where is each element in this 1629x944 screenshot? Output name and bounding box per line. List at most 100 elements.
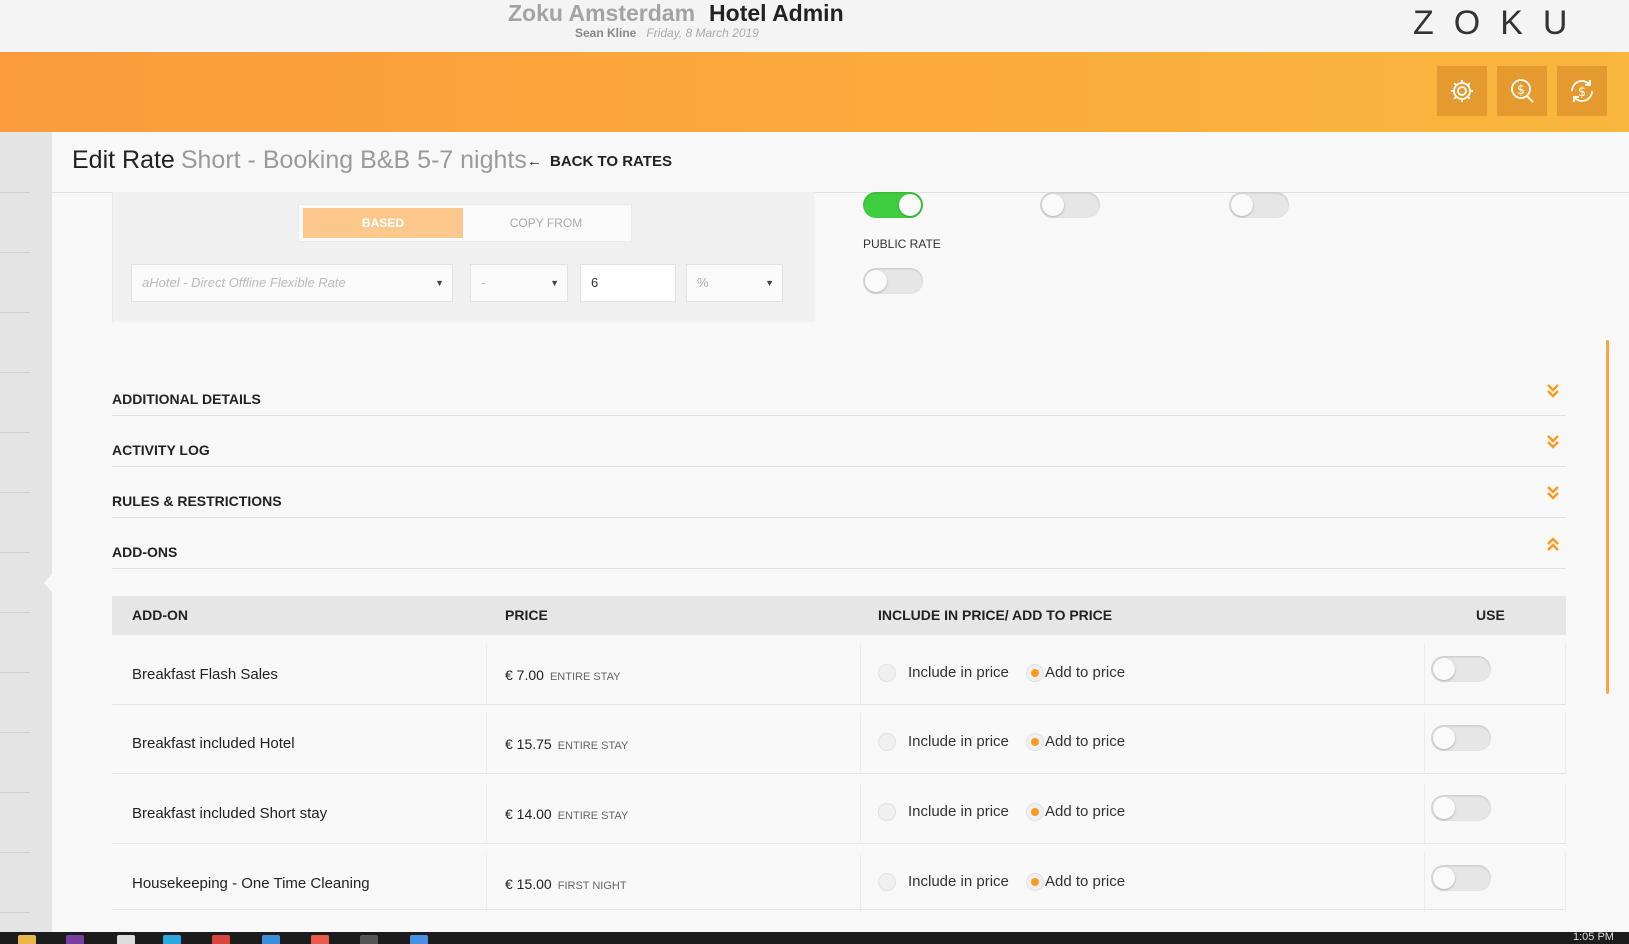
section-add-ons[interactable]: ADD-ONS [112, 518, 1566, 569]
use-toggle[interactable] [1431, 795, 1491, 821]
table-row: Housekeeping - One Time Cleaning € 15.00… [112, 845, 1566, 913]
section-rules-restrictions[interactable]: RULES & RESTRICTIONS [112, 467, 1566, 518]
rate-search-button[interactable]: $ [1497, 66, 1547, 116]
column-header-include-add: INCLUDE IN PRICE/ ADD TO PRICE [878, 607, 1113, 623]
app-icon[interactable] [66, 935, 84, 944]
toggle-2[interactable] [1040, 192, 1100, 218]
chevron-double-down-icon [1547, 486, 1559, 500]
toggle-knob [1433, 658, 1455, 680]
skype-icon[interactable] [163, 935, 181, 944]
price-value: € 14.00 [505, 806, 552, 822]
toggle-knob [865, 270, 887, 292]
toggle-knob [1433, 727, 1455, 749]
file-explorer-icon[interactable] [18, 935, 36, 944]
cell-divider [486, 644, 487, 704]
cell-divider [486, 713, 487, 773]
cell-divider [860, 713, 861, 773]
zoku-logo[interactable]: ZOKU [1413, 4, 1587, 43]
app-icon[interactable] [311, 935, 329, 944]
caret-down-icon: ▼ [765, 278, 774, 288]
add-to-price-radio[interactable] [1026, 664, 1044, 682]
price-unit: ENTIRE STAY [557, 810, 629, 822]
table-row: Breakfast included Short stay € 14.00 ENT… [112, 775, 1566, 844]
cell-divider [860, 853, 861, 913]
cell-divider [860, 644, 861, 704]
sidebar-divider [0, 252, 30, 253]
toggle-3[interactable] [1229, 192, 1289, 218]
column-header-price: PRICE [505, 607, 548, 623]
include-in-price-label: Include in price [908, 803, 1009, 820]
section-title: ADD-ONS [112, 544, 178, 560]
add-to-price-label: Add to price [1045, 664, 1126, 681]
back-to-rates-link[interactable]: ← BACK TO RATES [527, 153, 672, 170]
vertical-scrollbar[interactable] [1606, 340, 1609, 694]
section-activity-log[interactable]: ACTIVITY LOG [112, 416, 1566, 467]
use-toggle[interactable] [1431, 725, 1491, 751]
add-to-price-label: Add to price [1045, 873, 1126, 890]
add-to-price-label: Add to price [1045, 733, 1126, 750]
table-row: Breakfast Flash Sales € 7.00 ENTIRE STAY … [112, 636, 1566, 705]
sidebar-divider [0, 792, 30, 793]
svg-text:$: $ [1578, 85, 1586, 100]
use-toggle[interactable] [1431, 656, 1491, 682]
cell-divider [486, 783, 487, 843]
operator-select[interactable]: - ▼ [470, 264, 568, 302]
svg-text:$: $ [1517, 83, 1525, 98]
sidebar-divider [0, 672, 30, 673]
left-sidebar [0, 132, 52, 932]
section-title: RULES & RESTRICTIONS [112, 493, 282, 509]
include-in-price-radio[interactable] [878, 873, 896, 891]
add-to-price-radio[interactable] [1026, 873, 1044, 891]
amount-input[interactable]: 6 [580, 264, 676, 302]
public-rate-toggle[interactable] [863, 268, 923, 294]
addon-price: € 15.00 FIRST NIGHT [505, 876, 627, 892]
table-row: Breakfast included Hotel € 15.75 ENTIRE S… [112, 705, 1566, 774]
sidebar-pointer [44, 573, 53, 593]
toggle-1[interactable] [863, 192, 923, 218]
tab-copy-from[interactable]: COPY FROM [466, 208, 626, 238]
column-header-use: USE [1476, 607, 1505, 623]
addon-price: € 15.75 ENTIRE STAY [505, 736, 628, 752]
tab-based[interactable]: BASED [303, 208, 463, 238]
base-rate-select[interactable]: aHotel - Direct Offline Flexible Rate ▼ [131, 264, 453, 302]
dollar-refresh-icon: $ [1571, 80, 1593, 102]
addon-price: € 14.00 ENTIRE STAY [505, 806, 628, 822]
rate-refresh-button[interactable]: $ [1557, 66, 1607, 116]
user-name: Sean Kline [575, 26, 637, 40]
caret-down-icon: ▼ [435, 278, 444, 288]
browser-icon[interactable] [410, 935, 428, 944]
app-icon[interactable] [212, 935, 230, 944]
include-in-price-radio[interactable] [878, 733, 896, 751]
price-value: € 7.00 [505, 667, 544, 683]
sidebar-divider [0, 732, 30, 733]
sidebar-divider [0, 312, 30, 313]
price-unit: ENTIRE STAY [549, 671, 621, 683]
add-to-price-radio[interactable] [1026, 733, 1044, 751]
chevron-double-up-icon [1547, 537, 1559, 551]
addon-name: Housekeeping - One Time Cleaning [132, 875, 370, 892]
use-toggle[interactable] [1431, 865, 1491, 891]
cell-divider [1565, 713, 1566, 773]
include-in-price-radio[interactable] [878, 803, 896, 821]
section-title: ACTIVITY LOG [112, 442, 210, 458]
arrow-left-icon: ← [527, 153, 542, 170]
unit-value: % [697, 275, 709, 290]
include-in-price-radio[interactable] [878, 664, 896, 682]
unit-select[interactable]: % ▼ [686, 264, 783, 302]
settings-button[interactable] [1437, 66, 1487, 116]
price-value: € 15.00 [505, 876, 552, 892]
include-in-price-label: Include in price [908, 873, 1009, 890]
add-to-price-radio[interactable] [1026, 803, 1044, 821]
app-icon[interactable] [360, 935, 378, 944]
os-taskbar [0, 932, 1629, 944]
addon-name: Breakfast Flash Sales [132, 666, 278, 683]
cell-divider [1424, 853, 1425, 913]
addons-table-header: ADD-ON PRICE INCLUDE IN PRICE/ ADD TO PR… [112, 596, 1566, 635]
toggle-knob [899, 194, 921, 216]
user-info: Sean Kline Friday, 8 March 2019 [575, 26, 759, 40]
price-unit: ENTIRE STAY [557, 740, 629, 752]
section-additional-details[interactable]: ADDITIONAL DETAILS [112, 365, 1566, 416]
current-date: Friday, 8 March 2019 [646, 26, 759, 40]
app-icon[interactable] [262, 935, 280, 944]
app-icon[interactable] [117, 935, 135, 944]
